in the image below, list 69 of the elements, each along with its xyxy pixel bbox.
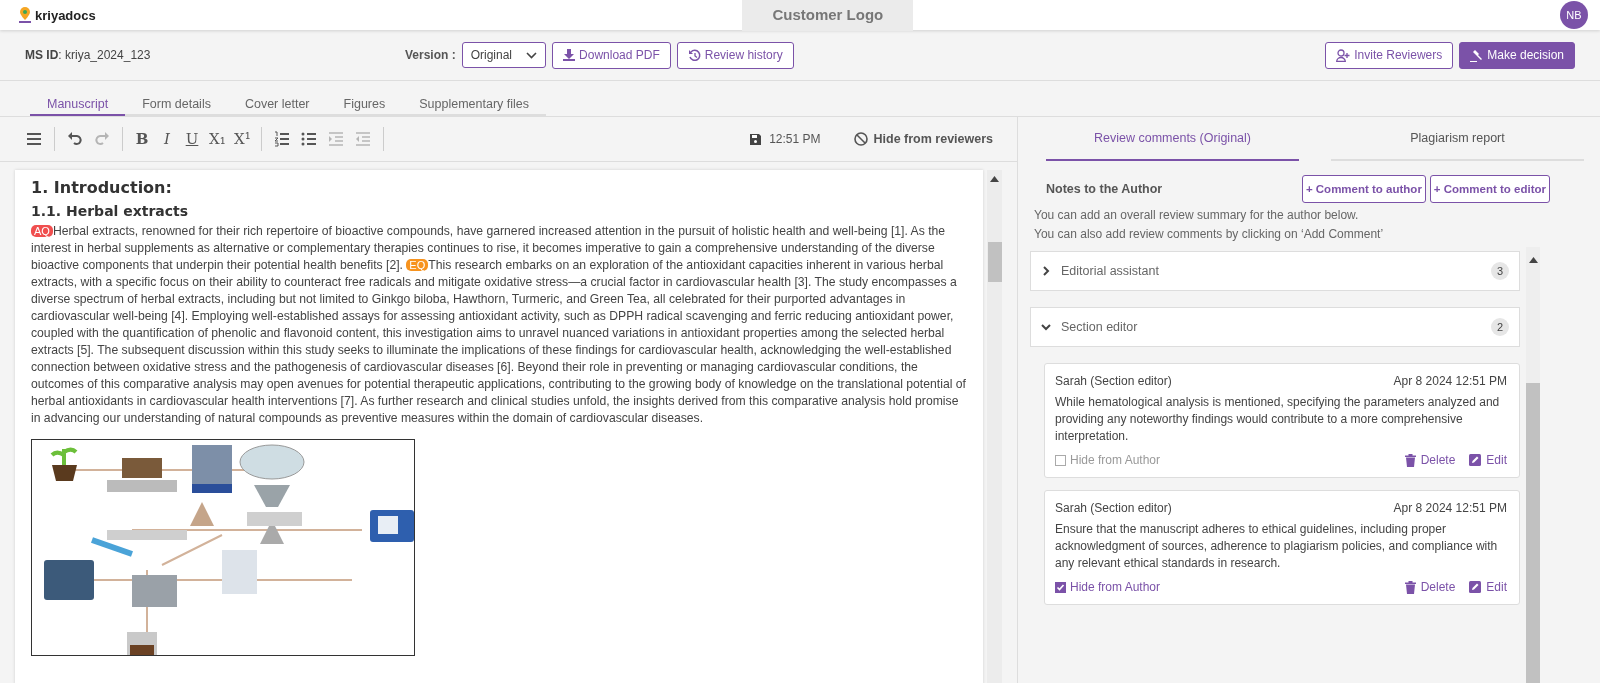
edit-icon: [1469, 581, 1482, 593]
checkbox[interactable]: [1055, 581, 1066, 593]
download-icon: [563, 49, 576, 61]
comment-text: Ensure that the manuscript adheres to ethical guidelines, including proper acknowledgment of sources, adherence to plagiarism policies, and compliance with any relevant ethical standards in research.: [1055, 521, 1499, 572]
download-pdf-button[interactable]: Download PDF: [552, 41, 671, 69]
hint-text: You can add an overall review summary for the author below.: [1033, 208, 1360, 222]
edit-button[interactable]: Edit: [1469, 453, 1507, 467]
hide-icon: [853, 132, 868, 146]
trash-icon: [1404, 453, 1416, 467]
logo-text: kriyadocs: [35, 7, 96, 23]
tab[interactable]: Form details: [125, 93, 228, 116]
comment-to-author-button[interactable]: + Comment to author: [1301, 175, 1426, 203]
subsection-heading: 1.1. Herbal extracts: [31, 203, 190, 219]
history-icon: [687, 48, 701, 62]
comment-date: Apr 8 2024 12:51 PM: [1393, 501, 1507, 515]
checkbox-label[interactable]: Hide from Author: [1070, 580, 1161, 594]
scrollbar[interactable]: [987, 170, 1002, 683]
save-icon: [750, 133, 762, 145]
panel-tab[interactable]: Plagiarism report: [1331, 117, 1584, 161]
tab[interactable]: Figures: [326, 93, 403, 116]
comment-to-editor-button[interactable]: + Comment to editor: [1429, 175, 1550, 203]
manuscript-id: MS ID: kriya_2024_123: [25, 48, 152, 62]
invite-reviewers-button[interactable]: Invite Reviewers: [1325, 41, 1454, 69]
edit-icon: [1469, 454, 1482, 466]
comment-author: Sarah (Section editor): [1055, 374, 1172, 388]
hide-from-reviewers-button[interactable]: Hide from reviewers: [847, 131, 999, 147]
gavel-icon: [1470, 48, 1484, 62]
format-button[interactable]: I: [159, 130, 175, 148]
notes-title: Notes to the Author: [1046, 182, 1164, 196]
scroll-up-icon[interactable]: [1528, 257, 1538, 263]
tab[interactable]: Manuscript: [30, 93, 126, 116]
comment-date: Apr 8 2024 12:51 PM: [1393, 374, 1507, 388]
chevron-down-icon: [526, 51, 538, 59]
panel-tab[interactable]: Review comments (Original): [1046, 117, 1299, 161]
format-button[interactable]: U: [184, 130, 200, 148]
numbered-list-icon[interactable]: [273, 130, 291, 148]
user-avatar[interactable]: NB: [1560, 1, 1588, 29]
format-button[interactable]: X¹: [234, 130, 250, 148]
comment-author: Sarah (Section editor): [1055, 501, 1172, 515]
comment-text: While hematological analysis is mentioned, specifying the parameters analyzed and providing any noteworthy findings would contribute to a more comprehensive interpretation.: [1055, 394, 1501, 445]
accordion-header[interactable]: Editorial assistant 3: [1030, 251, 1520, 291]
scrollbar-thumb[interactable]: [1526, 383, 1540, 683]
logo-icon: [18, 7, 32, 23]
delete-button[interactable]: Delete: [1404, 580, 1456, 594]
edit-button[interactable]: Edit: [1469, 580, 1507, 594]
accordion-header[interactable]: Section editor 2: [1030, 307, 1520, 347]
body-paragraph: AQ Herbal extracts, renowned for their rich repertoire of bioactive compounds, have garnered increased attention in the pursuit of holistic health and well-being [1]. As the interest in herbal supplements as alternative or complementary therapies continues to rise, it becomes imperative to gain a comprehensive understanding of the diverse bioactive components that underpin their potential health benefits [2]. EQ This research embarks on an exploration of the antioxidant capacities inherent in various herbal extracts, with a specific focus on their ability to counteract free radicals and mitigate oxidative stress—a crucial factor in cardiovascular health [3]. The study encompasses a diverse spectrum of herbal extracts, including but not limited to Ginkgo biloba, Hawthorn, Turmeric, and Green Tea, all celebrated for their purported advantages in cardiovascular well-being [4]. Employing well-established assays for assessing antioxidant activity, such as DPPH radical scavenging and ferric reducing antioxidant power, coupled with the quantification of phenolic and flavonoid content, this investigation aims to unravel nuanced variations in antioxidant properties among the selected herbal extracts [5]. The subsequent discussion within this study seeks to illuminate the implications of these findings for cardiovascular health, acknowledging the well-established connection between oxidative stress and the pathogenesis of cardiovascular diseases [6]. Beyond their role in preventing or managing cardiovascular conditions, the outcomes of this comparative analysis may open avenues for potential therapeutic applications, contributing to the growing body of knowledge on the translational potential of herbal antioxidants in cardiovascular health interventions [7]. As further research and clinical studies unfold, the insights derived from this comparative analysis hold promise in advancing our understanding of natural compounds as preventive measures within the domain of cardiovascular diseases.: [31, 223, 967, 427]
bullet-list-icon[interactable]: [300, 130, 318, 148]
version-dropdown[interactable]: Original: [461, 42, 547, 68]
scrollbar-thumb[interactable]: [987, 242, 1002, 282]
user-plus-icon: [1336, 48, 1351, 62]
undo-icon[interactable]: [66, 130, 84, 148]
version-label: Version :: [405, 48, 456, 62]
trash-icon: [1404, 580, 1416, 594]
review-history-button[interactable]: Review history: [676, 41, 794, 69]
tab[interactable]: Supplementary files: [402, 93, 546, 116]
scroll-up-icon[interactable]: [990, 176, 999, 182]
format-button[interactable]: B: [134, 130, 150, 148]
scrollbar[interactable]: [1526, 247, 1540, 683]
section-heading: 1. Introduction:: [31, 178, 173, 197]
make-decision-button[interactable]: Make decision: [1459, 41, 1575, 69]
menu-icon[interactable]: [25, 130, 43, 148]
checkbox[interactable]: [1055, 454, 1066, 466]
delete-button[interactable]: Delete: [1404, 453, 1456, 467]
query-badge[interactable]: AQ: [31, 225, 53, 237]
format-button[interactable]: X₁: [209, 130, 225, 148]
hint-text: You can also add review comments by clicking on ‘Add Comment’: [1033, 227, 1385, 241]
tab[interactable]: Cover letter: [227, 93, 327, 116]
save-time: 12:51 PM: [769, 132, 821, 146]
